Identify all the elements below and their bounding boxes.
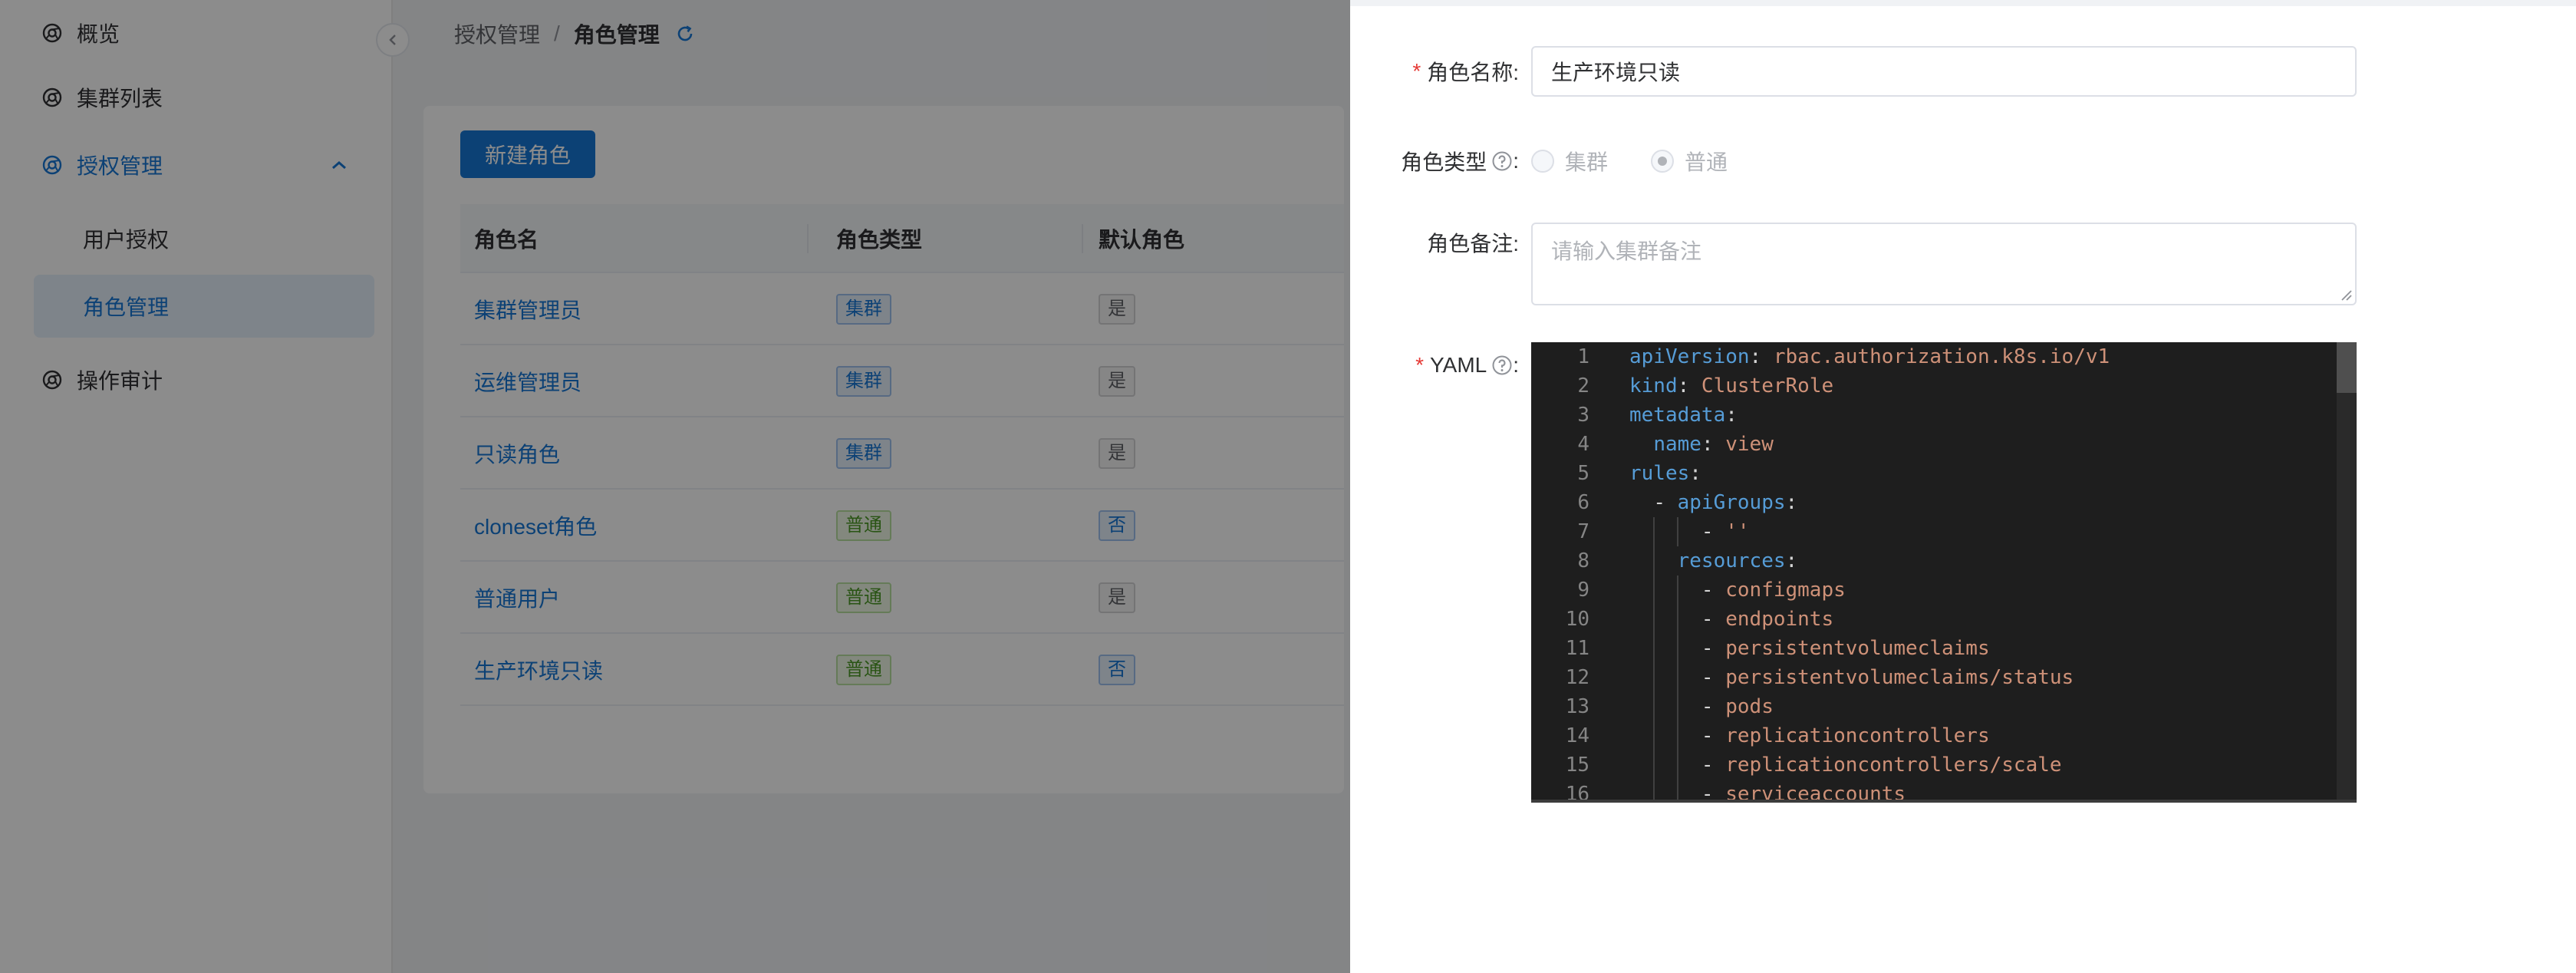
line-number: 1 — [1577, 345, 1589, 368]
line-number: 9 — [1577, 579, 1589, 602]
code-line: 1 apiVersion: rbac.authorization.k8s.io/v… — [1531, 342, 2329, 371]
edit-role-drawer: * 角色名称: 生产环境只读 角色类型 : 集群 普通 角色备注: 请输入集群备… — [1350, 0, 2576, 973]
radio-label-cluster: 集群 — [1565, 150, 1609, 174]
line-number: 12 — [1565, 666, 1589, 689]
code-text: apiVersion: rbac.authorization.k8s.io/v1 — [1629, 345, 2110, 368]
radio-cluster[interactable] — [1531, 150, 1554, 173]
code-text: - endpoints — [1701, 608, 1834, 631]
line-number: 4 — [1577, 433, 1589, 456]
code-text: resources: — [1677, 549, 1798, 572]
code-line: 4 name: view — [1531, 430, 2329, 459]
line-number: 11 — [1565, 637, 1589, 660]
code-text: - persistentvolumeclaims — [1701, 637, 1990, 660]
code-text: - configmaps — [1701, 579, 1846, 602]
remark-textarea[interactable]: 请输入集群备注 — [1531, 223, 2357, 305]
code-line: 10 - endpoints — [1531, 605, 2329, 634]
question-circle-icon[interactable] — [1491, 355, 1513, 376]
drawer-mask-overlay[interactable] — [0, 0, 1350, 973]
line-number: 6 — [1577, 491, 1589, 514]
role-type-label-text: 角色类型 — [1401, 150, 1487, 174]
line-number: 14 — [1565, 724, 1589, 747]
role-type-radio-group: 集群 普通 — [1531, 146, 1771, 176]
code-line: 8 resources: — [1531, 546, 2329, 576]
code-line: 7 - '' — [1531, 517, 2329, 546]
radio-label-normal: 普通 — [1685, 150, 1728, 174]
code-text: - replicationcontrollers — [1701, 724, 1990, 747]
line-number: 10 — [1565, 608, 1589, 631]
code-line: 11 - persistentvolumeclaims — [1531, 634, 2329, 663]
code-line: 9 - configmaps — [1531, 576, 2329, 605]
remark-label-text: 角色备注: — [1427, 232, 1519, 256]
role-type-label: 角色类型 : — [1365, 146, 1519, 176]
code-line: 15 - replicationcontrollers/scale — [1531, 750, 2329, 780]
code-line: 13 - pods — [1531, 692, 2329, 721]
line-number: 5 — [1577, 462, 1589, 485]
role-type-colon: : — [1513, 149, 1519, 173]
required-marker: * — [1415, 353, 1425, 377]
editor-bottom-border — [1531, 800, 2357, 803]
code-text: - '' — [1701, 520, 1750, 543]
required-marker: * — [1412, 59, 1421, 83]
line-number: 3 — [1577, 404, 1589, 427]
line-number: 7 — [1577, 520, 1589, 543]
remark-label: 角色备注: — [1396, 223, 1519, 262]
remark-placeholder: 请输入集群备注 — [1551, 239, 1702, 263]
code-text: name: view — [1653, 433, 1774, 456]
line-number: 15 — [1565, 754, 1589, 777]
yaml-label-text: YAML — [1430, 353, 1487, 377]
role-name-input[interactable]: 生产环境只读 — [1531, 46, 2357, 97]
editor-scrollbar[interactable] — [2337, 342, 2357, 803]
code-text: - apiGroups: — [1653, 491, 1798, 514]
line-number: 2 — [1577, 374, 1589, 397]
radio-normal[interactable] — [1651, 150, 1675, 173]
code-text: - replicationcontrollers/scale — [1701, 754, 2062, 777]
yaml-label: * YAML : — [1365, 348, 1519, 382]
code-text: kind: ClusterRole — [1629, 374, 1834, 397]
resize-grip-icon[interactable] — [2340, 289, 2352, 301]
code-line: 5 rules: — [1531, 459, 2329, 488]
code-text: rules: — [1629, 462, 1701, 485]
role-name-label: * 角色名称: — [1396, 46, 1519, 97]
code-text: - pods — [1701, 695, 1774, 718]
code-line: 14 - replicationcontrollers — [1531, 721, 2329, 750]
line-number: 13 — [1565, 695, 1589, 718]
code-line: 3 metadata: — [1531, 401, 2329, 430]
line-number: 8 — [1577, 549, 1589, 572]
yaml-colon: : — [1513, 353, 1519, 377]
code-text: metadata: — [1629, 404, 1738, 427]
question-circle-icon[interactable] — [1491, 150, 1513, 172]
editor-scroll-thumb[interactable] — [2337, 342, 2357, 393]
role-name-label-text: 角色名称: — [1427, 61, 1519, 84]
code-line: 2 kind: ClusterRole — [1531, 371, 2329, 401]
yaml-code-editor[interactable]: 16 - serviceaccounts 15 - replicationcont… — [1531, 342, 2357, 803]
code-text: - persistentvolumeclaims/status — [1701, 666, 2074, 689]
code-line: 12 - persistentvolumeclaims/status — [1531, 663, 2329, 692]
code-line: 6 - apiGroups: — [1531, 488, 2329, 517]
